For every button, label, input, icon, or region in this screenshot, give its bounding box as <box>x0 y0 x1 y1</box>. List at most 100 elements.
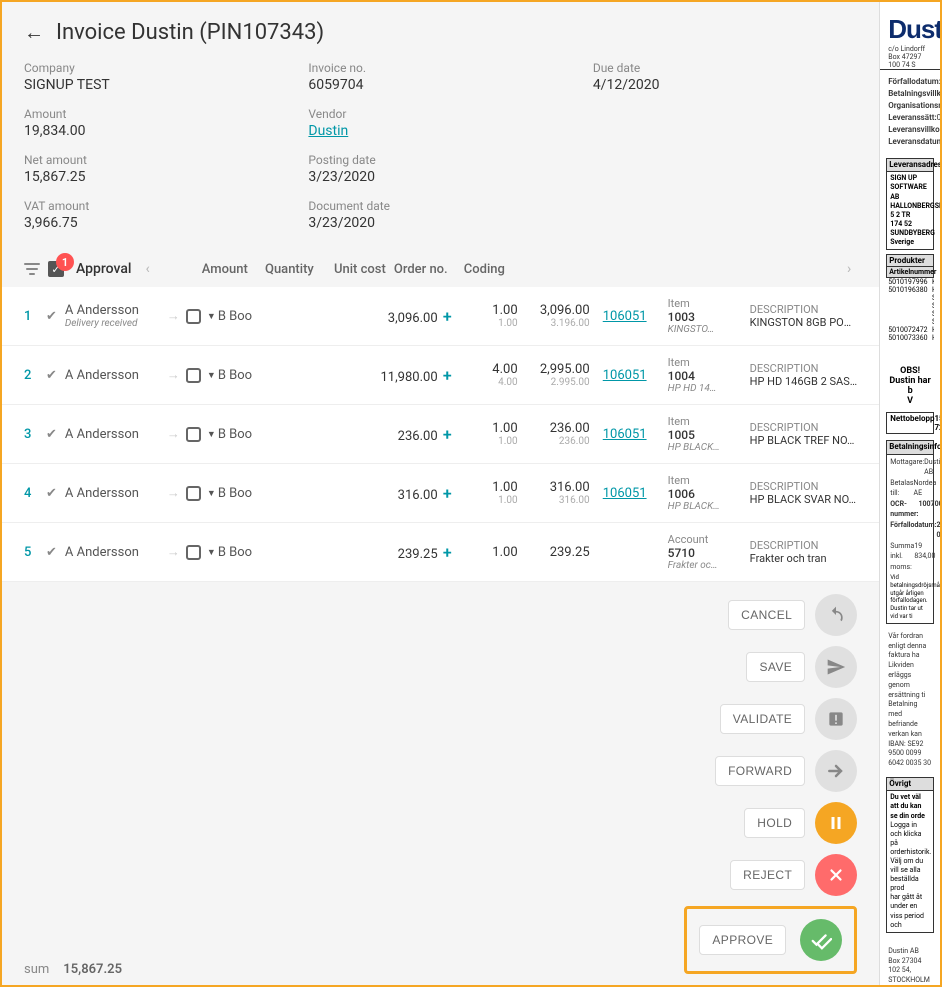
row-description: DESCRIPTIONFrakter och tran <box>742 539 858 565</box>
forward-icon[interactable] <box>815 750 857 792</box>
order-link[interactable]: 106051 <box>603 368 647 383</box>
approval-badge-count: 1 <box>56 253 74 271</box>
approve-icon[interactable] <box>800 919 842 961</box>
arrow-right-icon: → <box>167 308 180 324</box>
table-row: 5 ✔ A Andersson → ▼ B Boo 239.25 + 1.00 … <box>2 523 879 582</box>
check-icon: ✔ <box>46 545 57 560</box>
row-checkbox[interactable] <box>186 368 201 383</box>
save-button[interactable]: SAVE <box>746 652 805 682</box>
row-quantity: 1.001.00 <box>452 421 518 447</box>
row-amount: 316.00 + <box>360 484 452 503</box>
row-amount: 236.00 + <box>360 425 452 444</box>
approve-button[interactable]: APPROVE <box>699 925 786 955</box>
row-unit-cost: 3,096.003.196.00 <box>518 303 590 329</box>
vendor-link[interactable]: Dustin <box>308 123 572 139</box>
net-amount-label: Net amount <box>24 153 288 167</box>
filter-icon[interactable] <box>24 261 40 277</box>
vendor-address-line: c/o Lindorff Box 47297 100 74 S <box>880 45 940 70</box>
sum-value: 15,867.25 <box>63 962 122 977</box>
row-coding: Item1003KINGSTO… <box>660 297 742 335</box>
pause-icon[interactable] <box>815 802 857 844</box>
row-checkbox[interactable] <box>186 427 201 442</box>
row-checkbox[interactable] <box>186 309 201 324</box>
row-checkbox[interactable] <box>186 545 201 560</box>
row-quantity: 1.00 <box>452 545 518 560</box>
order-link[interactable]: 106051 <box>603 309 647 324</box>
back-arrow-icon[interactable]: ← <box>24 20 44 45</box>
cancel-button[interactable]: CANCEL <box>728 600 805 630</box>
company-value: SIGNUP TEST <box>24 77 288 93</box>
vendor-logo: Dusti <box>880 2 940 45</box>
document-date-value: 3/23/2020 <box>308 215 572 231</box>
company-footer: Dustin ABBox 27304102 54, STOCKHOLM <box>880 943 940 985</box>
approver-name: A Andersson <box>65 427 161 442</box>
vat-amount-value: 3,966.75 <box>24 215 288 231</box>
row-number: 2 <box>24 368 42 383</box>
row-unit-cost: 239.25 <box>518 545 590 560</box>
approval-checkbox[interactable]: 1 <box>48 261 64 277</box>
add-icon[interactable]: + <box>443 543 452 562</box>
add-icon[interactable]: + <box>443 425 452 444</box>
col-artikelnummer: Artikelnummer <box>887 267 938 277</box>
table-row: 4 ✔ A Andersson → ▼ B Boo 316.00 + 1.001… <box>2 464 879 523</box>
row-quantity: 4.004.00 <box>452 362 518 388</box>
assignee-dropdown[interactable]: ▼ B Boo <box>207 486 252 501</box>
row-checkbox[interactable] <box>186 486 201 501</box>
posting-date-label: Posting date <box>308 153 572 167</box>
invoice-note: OBS! Dustin har bV <box>886 366 934 406</box>
invoice-meta: CompanySIGNUP TEST Invoice no.6059704 Du… <box>2 55 879 251</box>
col-unit-cost: Unit cost <box>314 262 386 277</box>
row-amount: 239.25 + <box>360 543 452 562</box>
assignee-dropdown[interactable]: ▼ B Boo <box>207 309 252 324</box>
close-icon[interactable] <box>815 854 857 896</box>
add-icon[interactable]: + <box>443 366 452 385</box>
approve-highlight: APPROVE <box>684 906 857 974</box>
order-link[interactable]: 106051 <box>603 427 647 442</box>
row-order-no: 106051 <box>590 309 660 324</box>
alert-icon[interactable] <box>815 698 857 740</box>
row-quantity: 1.001.00 <box>452 303 518 329</box>
row-number: 4 <box>24 486 42 501</box>
row-amount: 11,980.00 + <box>360 366 452 385</box>
send-icon[interactable] <box>815 646 857 688</box>
row-coding: Item1004HP HD 14… <box>660 356 742 394</box>
order-link[interactable]: 106051 <box>603 486 647 501</box>
delivery-address: SIGN UP SOFTWARE ABHALLONBERGSPLAN 5 2 T… <box>890 174 930 247</box>
add-icon[interactable]: + <box>443 484 452 503</box>
approval-label: Approval <box>76 261 131 277</box>
amount-value: 19,834.00 <box>24 123 288 139</box>
chevron-right-icon[interactable]: › <box>841 261 857 277</box>
payment-info-title: Betalningsinformation <box>887 441 933 454</box>
assignee-dropdown[interactable]: ▼ B Boo <box>207 545 252 560</box>
delivery-address-title: Leveransadress <box>887 159 933 172</box>
check-icon: ✔ <box>46 486 57 501</box>
net-amount-value: 15,867.25 <box>24 169 288 185</box>
validate-button[interactable]: VALIDATE <box>720 704 805 734</box>
row-description: DESCRIPTIONKINGSTON 8GB POWER KIT - KT X… <box>742 303 858 329</box>
disclaimer-text: Vår fordran enligt denna faktura haLikvi… <box>880 628 940 773</box>
reject-button[interactable]: REJECT <box>730 860 805 890</box>
row-description: DESCRIPTIONHP HD 146GB 2 SAS DP HOT PL <box>742 362 858 388</box>
hold-button[interactable]: HOLD <box>744 808 805 838</box>
col-order-no: Order no. <box>386 262 456 277</box>
assignee-dropdown[interactable]: ▼ B Boo <box>207 368 252 383</box>
table-row: 3 ✔ A Andersson → ▼ B Boo 236.00 + 1.001… <box>2 405 879 464</box>
invoice-no-label: Invoice no. <box>308 61 572 75</box>
row-unit-cost: 236.00236.00 <box>518 421 590 447</box>
forward-button[interactable]: FORWARD <box>715 756 805 786</box>
sum-label: sum <box>24 962 49 977</box>
netto-label: Nettobelopp <box>890 414 934 432</box>
col-amount: Amount <box>156 262 248 277</box>
chevron-left-icon[interactable]: ‹ <box>139 261 155 277</box>
due-date-label: Due date <box>593 61 857 75</box>
approver-name: A Andersson <box>65 545 161 560</box>
assignee-dropdown[interactable]: ▼ B Boo <box>207 427 252 442</box>
undo-icon[interactable] <box>815 594 857 636</box>
row-order-no: 106051 <box>590 486 660 501</box>
row-order-no: 106051 <box>590 427 660 442</box>
add-icon[interactable]: + <box>443 307 452 326</box>
company-label: Company <box>24 61 288 75</box>
row-number: 1 <box>24 309 42 324</box>
row-coding: Item1005HP BLÄCK… <box>660 415 742 453</box>
invoice-preview-panel: Dusti c/o Lindorff Box 47297 100 74 S Fö… <box>879 2 940 985</box>
